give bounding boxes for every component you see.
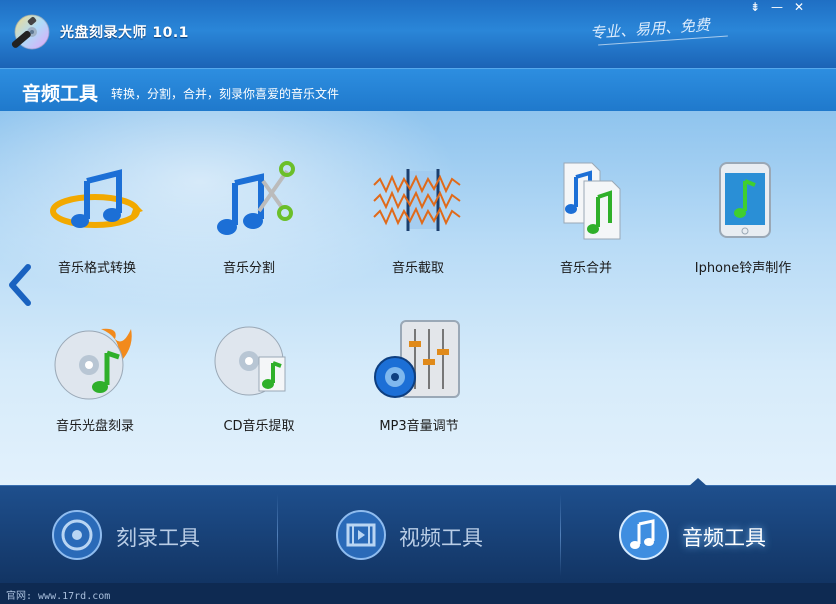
tool-music-disc-burn[interactable]: 音乐光盘刻录 [20, 319, 170, 434]
mp3-volume-icon [369, 319, 469, 409]
music-disc-burn-icon [45, 319, 145, 409]
music-note-icon [617, 508, 671, 562]
minimize-button[interactable]: — [766, 0, 788, 14]
nav-label: 音频工具 [682, 522, 766, 552]
tool-label: 音乐格式转换 [22, 257, 172, 276]
tool-cd-rip[interactable]: CD音乐提取 [184, 319, 334, 434]
tool-label: 音乐分割 [174, 257, 324, 276]
music-cut-icon [368, 161, 468, 251]
tool-mp3-volume[interactable]: MP3音量调节 [344, 319, 494, 434]
tool-music-split[interactable]: 音乐分割 [174, 161, 324, 276]
disc-icon [50, 508, 104, 562]
nav-label: 刻录工具 [116, 522, 200, 552]
tool-iphone-ringtone[interactable]: Iphone铃声制作 [668, 161, 818, 276]
tool-music-convert[interactable]: 音乐格式转换 [22, 161, 172, 276]
section-title: 音频工具 [22, 79, 98, 106]
tool-label: 音乐合并 [511, 257, 661, 276]
cd-rip-icon [209, 319, 309, 409]
section-subtitle: 转换，分割，合并，刻录你喜爱的音乐文件 [111, 85, 339, 102]
bottom-navigation: 刻录工具 视频工具 音频工具 [0, 485, 836, 584]
music-convert-icon [47, 161, 147, 251]
film-icon [334, 508, 388, 562]
tool-label: CD音乐提取 [184, 415, 334, 434]
app-title: 光盘刻录大师 10.1 [60, 22, 189, 42]
status-bar: 官网: www.17rd.com [0, 583, 836, 604]
website-link[interactable]: 官网: www.17rd.com [6, 587, 110, 602]
title-bar: 光盘刻录大师 10.1 专业、易用、免费 ⇟ — ✕ [0, 0, 836, 68]
close-button[interactable]: ✕ [788, 0, 810, 14]
menu-button[interactable]: ⇟ [744, 0, 766, 14]
tool-music-cut[interactable]: 音乐截取 [343, 161, 493, 276]
music-merge-icon [536, 161, 636, 251]
section-header: 音频工具 转换，分割，合并，刻录你喜爱的音乐文件 [0, 68, 836, 112]
nav-label: 视频工具 [399, 522, 483, 552]
nav-audio-tools[interactable]: 音频工具 [562, 486, 836, 584]
tool-label: 音乐截取 [343, 257, 493, 276]
tool-music-merge[interactable]: 音乐合并 [511, 161, 661, 276]
app-logo-icon [8, 10, 52, 54]
nav-video-tools[interactable]: 视频工具 [279, 486, 557, 584]
nav-divider [560, 494, 561, 576]
tool-label: Iphone铃声制作 [668, 257, 818, 276]
tool-label: MP3音量调节 [344, 415, 494, 434]
nav-divider [277, 494, 278, 576]
nav-burn-tools[interactable]: 刻录工具 [0, 486, 278, 584]
iphone-ringtone-icon [693, 161, 793, 251]
music-split-icon [199, 161, 299, 251]
tool-label: 音乐光盘刻录 [20, 415, 170, 434]
tools-panel: 音乐格式转换 音乐分割 音乐截取 [0, 111, 836, 485]
